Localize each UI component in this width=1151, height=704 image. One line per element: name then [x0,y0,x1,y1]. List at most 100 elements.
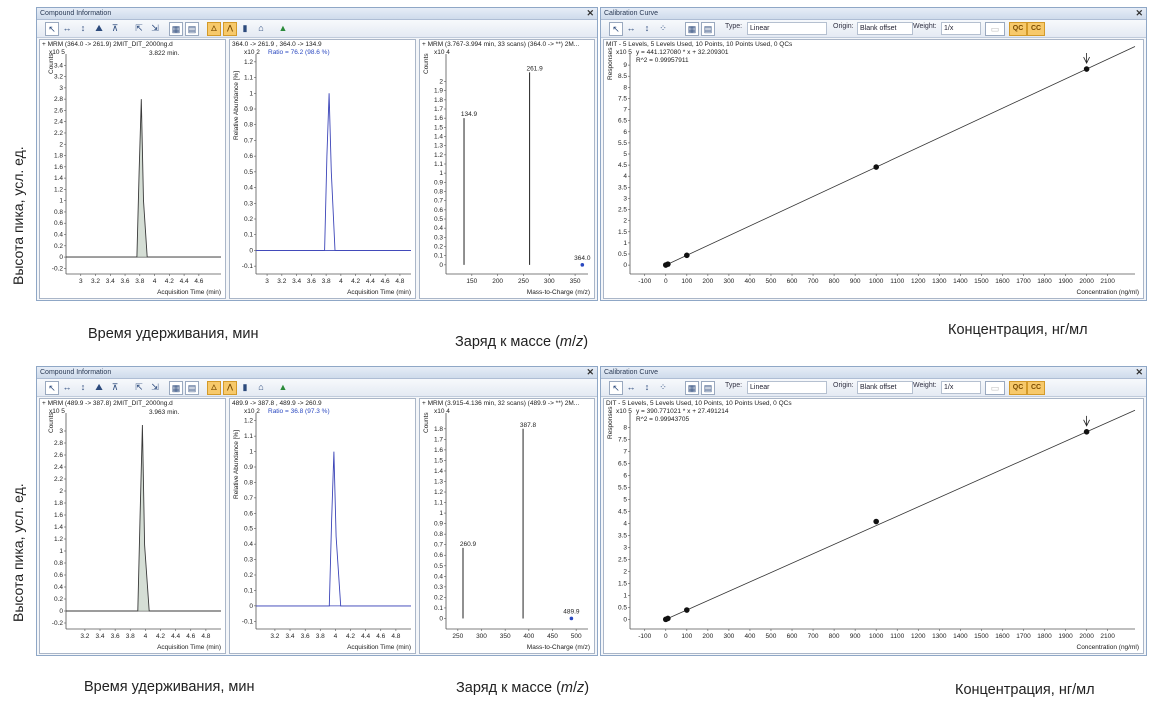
origin-label: Origin: [833,23,854,30]
zoom-icon[interactable]: ⇱ [133,381,145,393]
y-tick-label: 0 [623,616,627,623]
peak-icon[interactable]: ⛰ [93,22,105,34]
spectrum-panel[interactable]: 0 0.1 0.2 0.3 0.4 0.5 0.6 0.7 0.8 0.9 1 1.1 1.2 1.3 1.… [419,39,595,299]
x-tick-label: 200 [492,278,503,285]
qualifier-panel[interactable]: -0.1 0 0.1 0.2 0.3 0.4 0.5 0.6 0.7 0.8 0.9 1 1.1 1.2 3… [229,398,416,654]
y-tick-label: 5.5 [618,140,627,147]
table-icon[interactable]: ▦ [169,381,183,395]
baseline-icon[interactable]: ⊼ [109,22,121,34]
y-tick-label: 0.6 [54,220,63,227]
y-tick-label: 0 [439,262,443,269]
qualifier-icon[interactable]: ⋀ [223,22,237,36]
table-icon[interactable]: ▦ [169,22,183,36]
peak-icon[interactable]: ⛰ [93,381,105,393]
pan-vertical-icon[interactable]: ↕ [77,22,89,34]
cursor-icon[interactable]: ↖ [45,22,59,36]
cursor-icon[interactable]: ↖ [609,381,623,395]
spectrum-panel[interactable]: 0 0.1 0.2 0.3 0.4 0.5 0.6 0.7 0.8 0.9 1 1.1 1.2 1.3 1.… [419,398,595,654]
pan-vertical-icon[interactable]: ↕ [641,381,653,393]
qc-button[interactable]: QC [1009,381,1027,395]
y-tick-label: 1.2 [244,59,253,66]
pan-horizontal-icon[interactable]: ↔ [625,22,637,34]
y-tick-label: 4.5 [618,508,627,515]
y-tick-label: 2.6 [54,107,63,114]
overlay-icon[interactable]: ⇲ [149,22,161,34]
close-icon[interactable]: ✕ [586,367,594,378]
close-icon[interactable]: ✕ [1135,367,1143,378]
overlay-icon[interactable]: ⇲ [149,381,161,393]
y-tick-label: 0.6 [434,207,443,214]
type-select[interactable]: Linear [747,381,827,394]
spectrum-icon[interactable]: ⌂ [255,22,267,34]
qualifier-chart: -0.1 0 0.1 0.2 0.3 0.4 0.5 0.6 0.7 0.8 0.9 1 1.1 1.2 3… [242,413,411,640]
y-tick-label: 1.7 [434,436,443,443]
close-icon[interactable]: ✕ [1135,8,1143,19]
x-tick-label: 4.6 [381,278,390,285]
scatter-options-icon[interactable]: ⁘ [657,22,669,34]
y-tick-label: -0.2 [52,620,64,627]
cursor-icon[interactable]: ↖ [45,381,59,395]
integrate-icon[interactable]: △ [207,381,221,395]
y-tick-label: 0.3 [434,584,443,591]
x-tick-label: 900 [850,633,861,640]
origin-select[interactable]: Blank offset [857,381,913,394]
cc-button[interactable]: CC [1027,381,1045,395]
arrow-up-icon[interactable]: ▲ [277,22,289,34]
y-tick-label: 7 [623,448,627,455]
x-tick-label: 2100 [1100,633,1115,640]
origin-select[interactable]: Blank offset [857,22,913,35]
chromatogram-panel[interactable]: -0.2 0 0.2 0.4 0.6 0.8 1 1.2 1.4 1.6 1.8 2 2.2 2.4 2.6… [39,398,226,654]
chromatogram-trace [256,93,411,251]
export-icon[interactable]: ▤ [185,381,199,395]
calibration-panel[interactable]: 0 0.5 1 1.5 2 2.5 3 3.5 4 4.5 5 5.5 6 6.5 7 7.5 8 8.5 9 -10… [603,39,1144,299]
arrow-up-icon[interactable]: ▲ [277,381,289,393]
y-tick-label: 0.6 [434,552,443,559]
y-tick-label: 3.4 [54,62,63,69]
export-icon[interactable]: ▤ [185,22,199,36]
mass-caption: Заряд к массе (m/z) [456,680,589,696]
bar-chart-icon[interactable]: ▮ [239,381,251,393]
x-tick-label: 3 [265,278,269,285]
pan-vertical-icon[interactable]: ↕ [641,22,653,34]
x-tick-label: 700 [808,278,819,285]
export-icon[interactable]: ▤ [701,381,715,395]
x-tick-label: 150 [466,278,477,285]
weight-select[interactable]: 1/x [941,381,981,394]
cc-button[interactable]: CC [1027,22,1045,36]
scale-label: x10 4 [434,49,450,56]
weight-select[interactable]: 1/x [941,22,981,35]
scatter-options-icon[interactable]: ⁘ [657,381,669,393]
bar-chart-icon[interactable]: ▮ [239,22,251,34]
qualifier-icon[interactable]: ⋀ [223,381,237,395]
cursor-icon[interactable]: ↖ [609,22,623,36]
table-icon[interactable]: ▦ [685,381,699,395]
y-tick-label: 2.8 [54,96,63,103]
calibration-point [873,164,879,170]
qualifier-panel[interactable]: -0.1 0 0.1 0.2 0.3 0.4 0.5 0.6 0.7 0.8 0.9 1 1.1 1.2 3… [229,39,416,299]
y-tick-label: 3 [623,544,627,551]
close-icon[interactable]: ✕ [586,8,594,19]
y-tick-label: 2 [439,79,443,86]
y-tick-label: 0.6 [54,572,63,579]
grid-icon[interactable]: ▭ [985,381,1005,395]
pan-horizontal-icon[interactable]: ↔ [625,381,637,393]
export-icon[interactable]: ▤ [701,22,715,36]
mass-caption-suffix: ) [584,680,590,696]
spectrum-icon[interactable]: ⌂ [255,381,267,393]
pan-horizontal-icon[interactable]: ↔ [61,381,73,393]
type-select[interactable]: Linear [747,22,827,35]
y-tick-label: 1.3 [434,143,443,150]
y-tick-label: 4 [623,520,627,527]
y-tick-label: 1.8 [54,153,63,160]
integrate-icon[interactable]: △ [207,22,221,36]
pan-vertical-icon[interactable]: ↕ [77,381,89,393]
x-tick-label: 1100 [890,278,904,285]
table-icon[interactable]: ▦ [685,22,699,36]
chromatogram-panel[interactable]: -0.2 0 0.2 0.4 0.6 0.8 1 1.2 1.4 1.6 1.8 2 2.2 2.4 2.6… [39,39,226,299]
zoom-icon[interactable]: ⇱ [133,22,145,34]
qc-button[interactable]: QC [1009,22,1027,36]
pan-horizontal-icon[interactable]: ↔ [61,22,73,34]
grid-icon[interactable]: ▭ [985,22,1005,36]
baseline-icon[interactable]: ⊼ [109,381,121,393]
calibration-panel[interactable]: 0 0.5 1 1.5 2 2.5 3 3.5 4 4.5 5 5.5 6 6.5 7 7.5 8 -100 0 10… [603,398,1144,654]
